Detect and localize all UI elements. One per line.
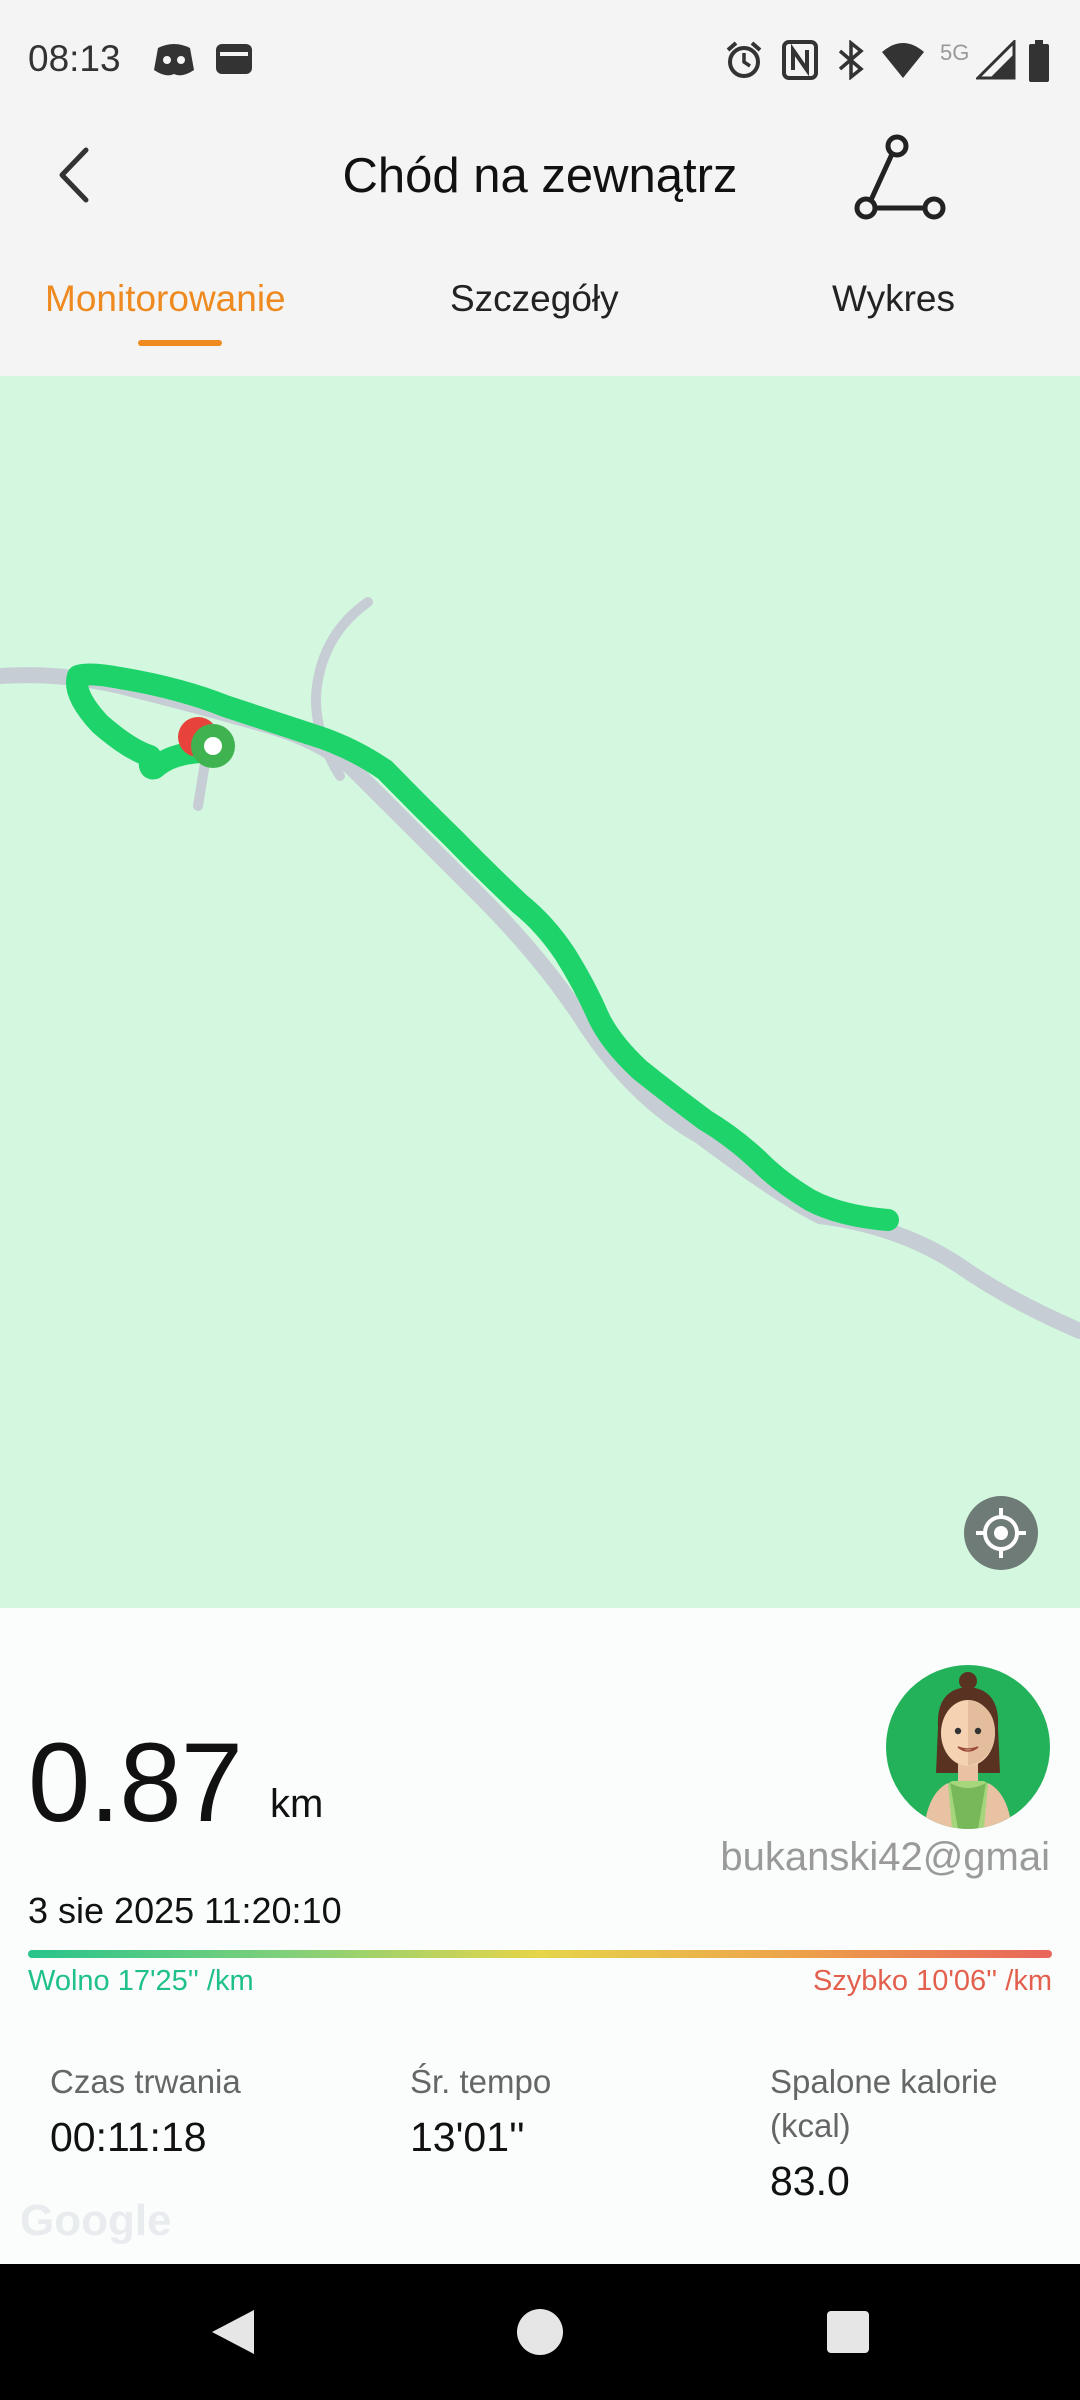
avg-pace-label: Śr. tempo	[410, 2063, 552, 2100]
workout-datetime: 3 sie 2025 11:20:10	[28, 1890, 342, 1931]
wallet-icon	[216, 44, 252, 74]
status-bar: 08:13 5G	[0, 0, 1080, 120]
google-watermark: Google	[20, 2196, 172, 2245]
wifi-icon	[882, 43, 924, 78]
nav-back-icon[interactable]	[162, 2264, 302, 2400]
app-header: Chód na zewnątrz	[0, 120, 1080, 230]
signal-icon	[976, 40, 1016, 80]
slow-pace-label: Wolno 17'25'' /km	[28, 1965, 254, 1997]
status-time: 08:13	[28, 38, 121, 79]
pace-gradient-bar	[28, 1950, 1052, 1958]
user-avatar-icon	[924, 1672, 1012, 1829]
map-canvas[interactable]	[0, 376, 1080, 1608]
crosshair-icon	[976, 1508, 1026, 1558]
route-icon[interactable]	[850, 132, 950, 222]
tab-chart[interactable]: Wykres	[832, 278, 955, 320]
tab-bar: Monitorowanie Szczegóły Wykres	[0, 250, 1080, 375]
duration-label: Czas trwania	[50, 2063, 241, 2100]
discord-icon	[154, 44, 194, 76]
nfc-icon	[782, 40, 818, 80]
distance-unit: km	[270, 1782, 324, 1826]
calories-value: 83.0	[770, 2158, 850, 2204]
calories-label: Spalone kalorie (kcal)	[770, 2063, 998, 2144]
route-map[interactable]	[0, 376, 1080, 1608]
distance-value: 0.87	[28, 1720, 243, 1845]
active-tab-indicator	[138, 340, 222, 346]
avatar[interactable]	[886, 1665, 1050, 1829]
tab-details[interactable]: Szczegóły	[450, 278, 619, 320]
tab-monitoring[interactable]: Monitorowanie	[45, 278, 286, 320]
system-nav-bar	[0, 2264, 1080, 2400]
bluetooth-icon	[838, 40, 864, 80]
network-5g-icon: 5G	[940, 40, 970, 65]
fast-pace-label: Szybko 10'06'' /km	[812, 1965, 1052, 1997]
user-email: bukanski42@gmai	[720, 1835, 1050, 1879]
battery-icon	[1029, 40, 1049, 82]
end-marker-center	[204, 737, 222, 755]
nav-recents-icon[interactable]	[778, 2264, 918, 2400]
avg-pace-value: 13'01''	[410, 2114, 525, 2160]
duration-value: 00:11:18	[50, 2114, 207, 2160]
nav-home-icon[interactable]	[470, 2264, 610, 2400]
locate-button[interactable]	[964, 1496, 1038, 1570]
alarm-icon	[726, 41, 762, 78]
